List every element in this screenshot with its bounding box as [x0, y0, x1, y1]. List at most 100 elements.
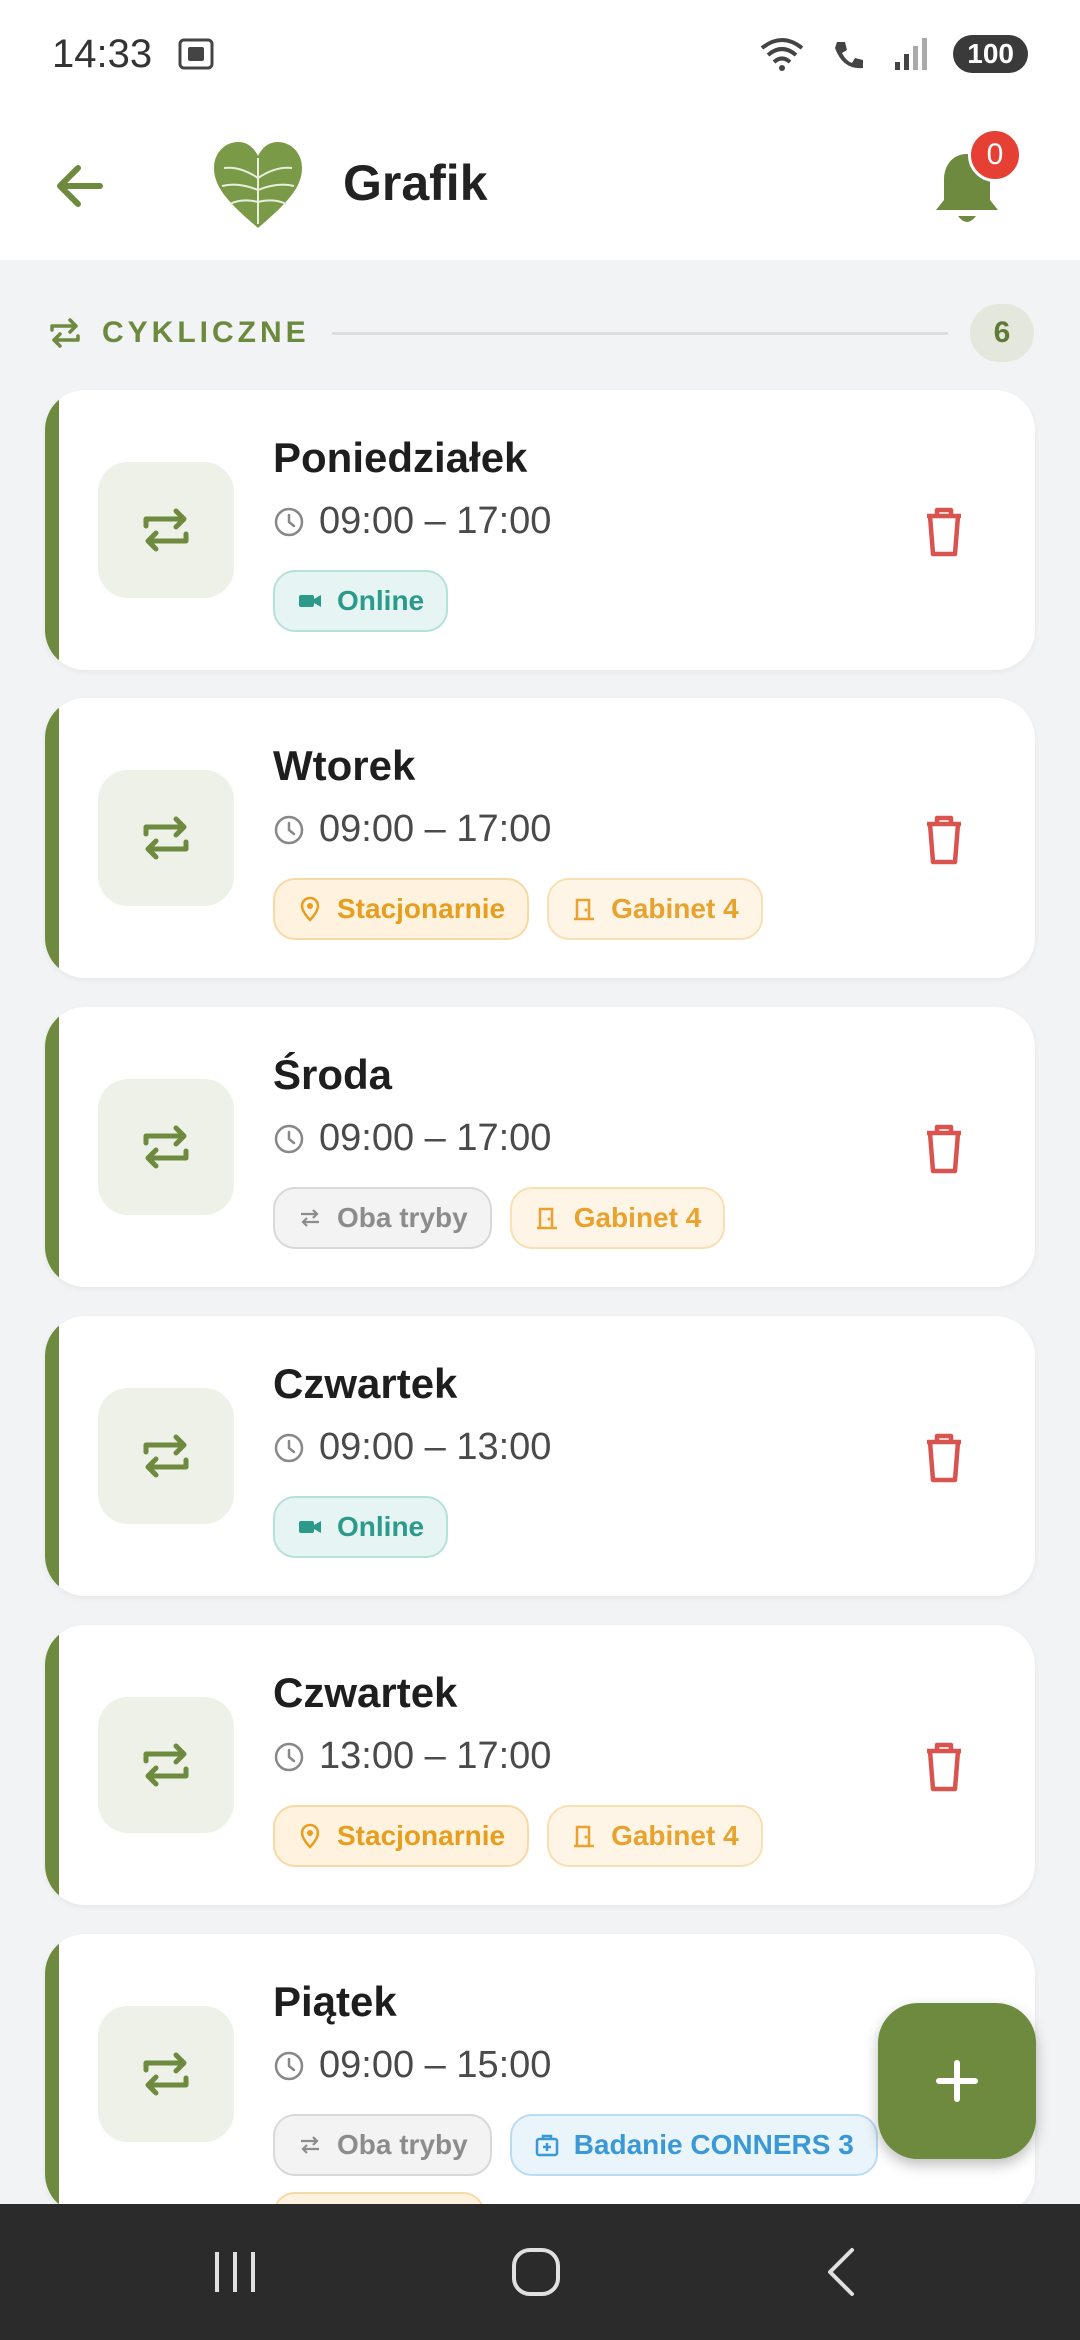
- card-icon-box: [98, 2006, 234, 2142]
- card-accent-bar: [45, 1934, 59, 2214]
- schedule-card[interactable]: Środa 09:00 – 17:00 Oba tryby Gabinet 4: [45, 1007, 1035, 1287]
- repeat-icon: [143, 1125, 189, 1169]
- card-icon-box: [98, 1697, 234, 1833]
- door-icon: [571, 896, 597, 922]
- tag-stac: Stacjonarnie: [273, 1805, 530, 1867]
- card-time-row: 09:00 – 13:00: [273, 1426, 551, 1469]
- repeat-icon: [143, 508, 189, 552]
- door-icon: [534, 1205, 560, 1231]
- section-divider: [331, 331, 948, 335]
- plus-icon: [936, 2060, 978, 2102]
- wifi-calling-icon: [835, 42, 864, 69]
- repeat-icon: [143, 816, 189, 860]
- card-tags: Online: [273, 1496, 449, 1558]
- status-bar: 14:33 100: [0, 0, 1080, 108]
- repeat-icon: [143, 1434, 189, 1478]
- tag-label: Stacjonarnie: [337, 893, 506, 924]
- recent-apps-icon[interactable]: [205, 2242, 265, 2302]
- home-icon[interactable]: [506, 2242, 566, 2302]
- card-icon-box: [98, 1079, 234, 1215]
- swap-arrows-icon: [297, 1205, 323, 1231]
- delete-trash-icon[interactable]: [915, 1428, 973, 1486]
- tag-gab: Gabinet 4: [509, 1187, 726, 1249]
- system-nav-bar: [0, 2204, 1080, 2340]
- card-icon-box: [98, 462, 234, 598]
- card-time-row: 13:00 – 17:00: [273, 1735, 551, 1778]
- tag-label: Online: [337, 1511, 425, 1542]
- wifi-icon: [761, 38, 804, 71]
- card-tags: Stacjonarnie Gabinet 4: [273, 1805, 763, 1867]
- clock-icon: [274, 1433, 304, 1462]
- video-icon: [297, 1514, 323, 1540]
- delete-trash-icon[interactable]: [915, 502, 973, 560]
- tag-label: Oba tryby: [337, 1202, 468, 1233]
- card-tags: Oba tryby Badanie CONNERS 3: [273, 2114, 878, 2176]
- card-time: 09:00 – 17:00: [319, 500, 552, 542]
- tag-online: Online: [273, 570, 449, 632]
- card-tags: Oba tryby Gabinet 4: [273, 1187, 726, 1249]
- tag-label: Gabinet 4: [611, 1820, 739, 1851]
- tag-label: Gabinet 4: [573, 1202, 702, 1233]
- card-tags: Stacjonarnie Gabinet 4: [273, 878, 763, 940]
- clock-icon: [274, 507, 304, 536]
- location-pin-icon: [297, 1823, 323, 1849]
- card-day: Środa: [273, 1051, 393, 1098]
- section-count-badge: 6: [970, 304, 1034, 362]
- nav-back-icon[interactable]: [812, 2242, 872, 2302]
- card-accent-bar: [45, 390, 59, 670]
- notification-badge: 0: [968, 128, 1022, 182]
- card-day: Czwartek: [273, 1669, 458, 1716]
- repeat-icon: [143, 2052, 189, 2096]
- medical-case-icon: [534, 2132, 560, 2158]
- schedule-card[interactable]: Poniedziałek 09:00 – 17:00 Online: [45, 390, 1035, 670]
- screenshot-icon: [178, 38, 214, 70]
- card-accent-bar: [45, 698, 59, 978]
- card-accent-bar: [45, 1625, 59, 1905]
- signal-icon: [895, 38, 928, 70]
- repeat-icon: [50, 318, 80, 348]
- tag-oba: Oba tryby: [273, 2114, 492, 2176]
- clock-icon: [274, 1742, 304, 1771]
- card-time: 09:00 – 17:00: [319, 1117, 552, 1159]
- add-schedule-button[interactable]: [878, 2003, 1036, 2159]
- section-title: CYKLICZNE: [102, 316, 310, 349]
- schedule-card[interactable]: Czwartek 09:00 – 13:00 Online: [45, 1316, 1035, 1596]
- status-time-group: 14:33: [52, 32, 216, 77]
- card-day: Piątek: [273, 1978, 397, 2025]
- card-accent-bar: [45, 1316, 59, 1596]
- card-day: Czwartek: [273, 1360, 458, 1407]
- tag-stac: Stacjonarnie: [273, 878, 530, 940]
- app-bar: Grafik 0: [0, 108, 1080, 260]
- tag-label: Stacjonarnie: [337, 1820, 506, 1851]
- repeat-icon: [143, 1743, 189, 1787]
- card-day: Wtorek: [273, 742, 416, 789]
- tag-gab: Gabinet 4: [547, 878, 763, 940]
- door-icon: [571, 1823, 597, 1849]
- tag-label: Badanie CONNERS 3: [573, 2129, 854, 2160]
- tag-bad: Badanie CONNERS 3: [509, 2114, 878, 2176]
- location-pin-icon: [297, 896, 323, 922]
- delete-trash-icon[interactable]: [915, 810, 973, 868]
- tag-oba: Oba tryby: [273, 1187, 492, 1249]
- heart-leaf-logo: [214, 142, 302, 228]
- clock-icon: [274, 2051, 304, 2080]
- card-day: Poniedziałek: [273, 434, 528, 481]
- status-icons: 100: [757, 34, 1028, 74]
- schedule-card[interactable]: Wtorek 09:00 – 17:00 Stacjonarnie Gabine…: [45, 698, 1035, 978]
- tag-gab: Gabinet 4: [547, 1805, 763, 1867]
- card-icon-box: [98, 770, 234, 906]
- section-header: CYKLICZNE 6: [48, 300, 1034, 366]
- card-time: 09:00 – 17:00: [319, 808, 552, 850]
- delete-trash-icon[interactable]: [915, 1737, 973, 1795]
- back-arrow-icon[interactable]: [48, 154, 112, 218]
- schedule-card[interactable]: Czwartek 13:00 – 17:00 Stacjonarnie Gabi…: [45, 1625, 1035, 1905]
- tag-label: Oba tryby: [337, 2129, 468, 2160]
- card-icon-box: [98, 1388, 234, 1524]
- card-time-row: 09:00 – 15:00: [273, 2044, 551, 2087]
- delete-trash-icon[interactable]: [915, 1119, 973, 1177]
- tag-label: Gabinet 4: [611, 893, 739, 924]
- card-time: 09:00 – 15:00: [319, 2044, 552, 2086]
- swap-arrows-icon: [297, 2132, 323, 2158]
- card-time: 09:00 – 13:00: [319, 1426, 552, 1468]
- card-time-row: 09:00 – 17:00: [273, 500, 551, 543]
